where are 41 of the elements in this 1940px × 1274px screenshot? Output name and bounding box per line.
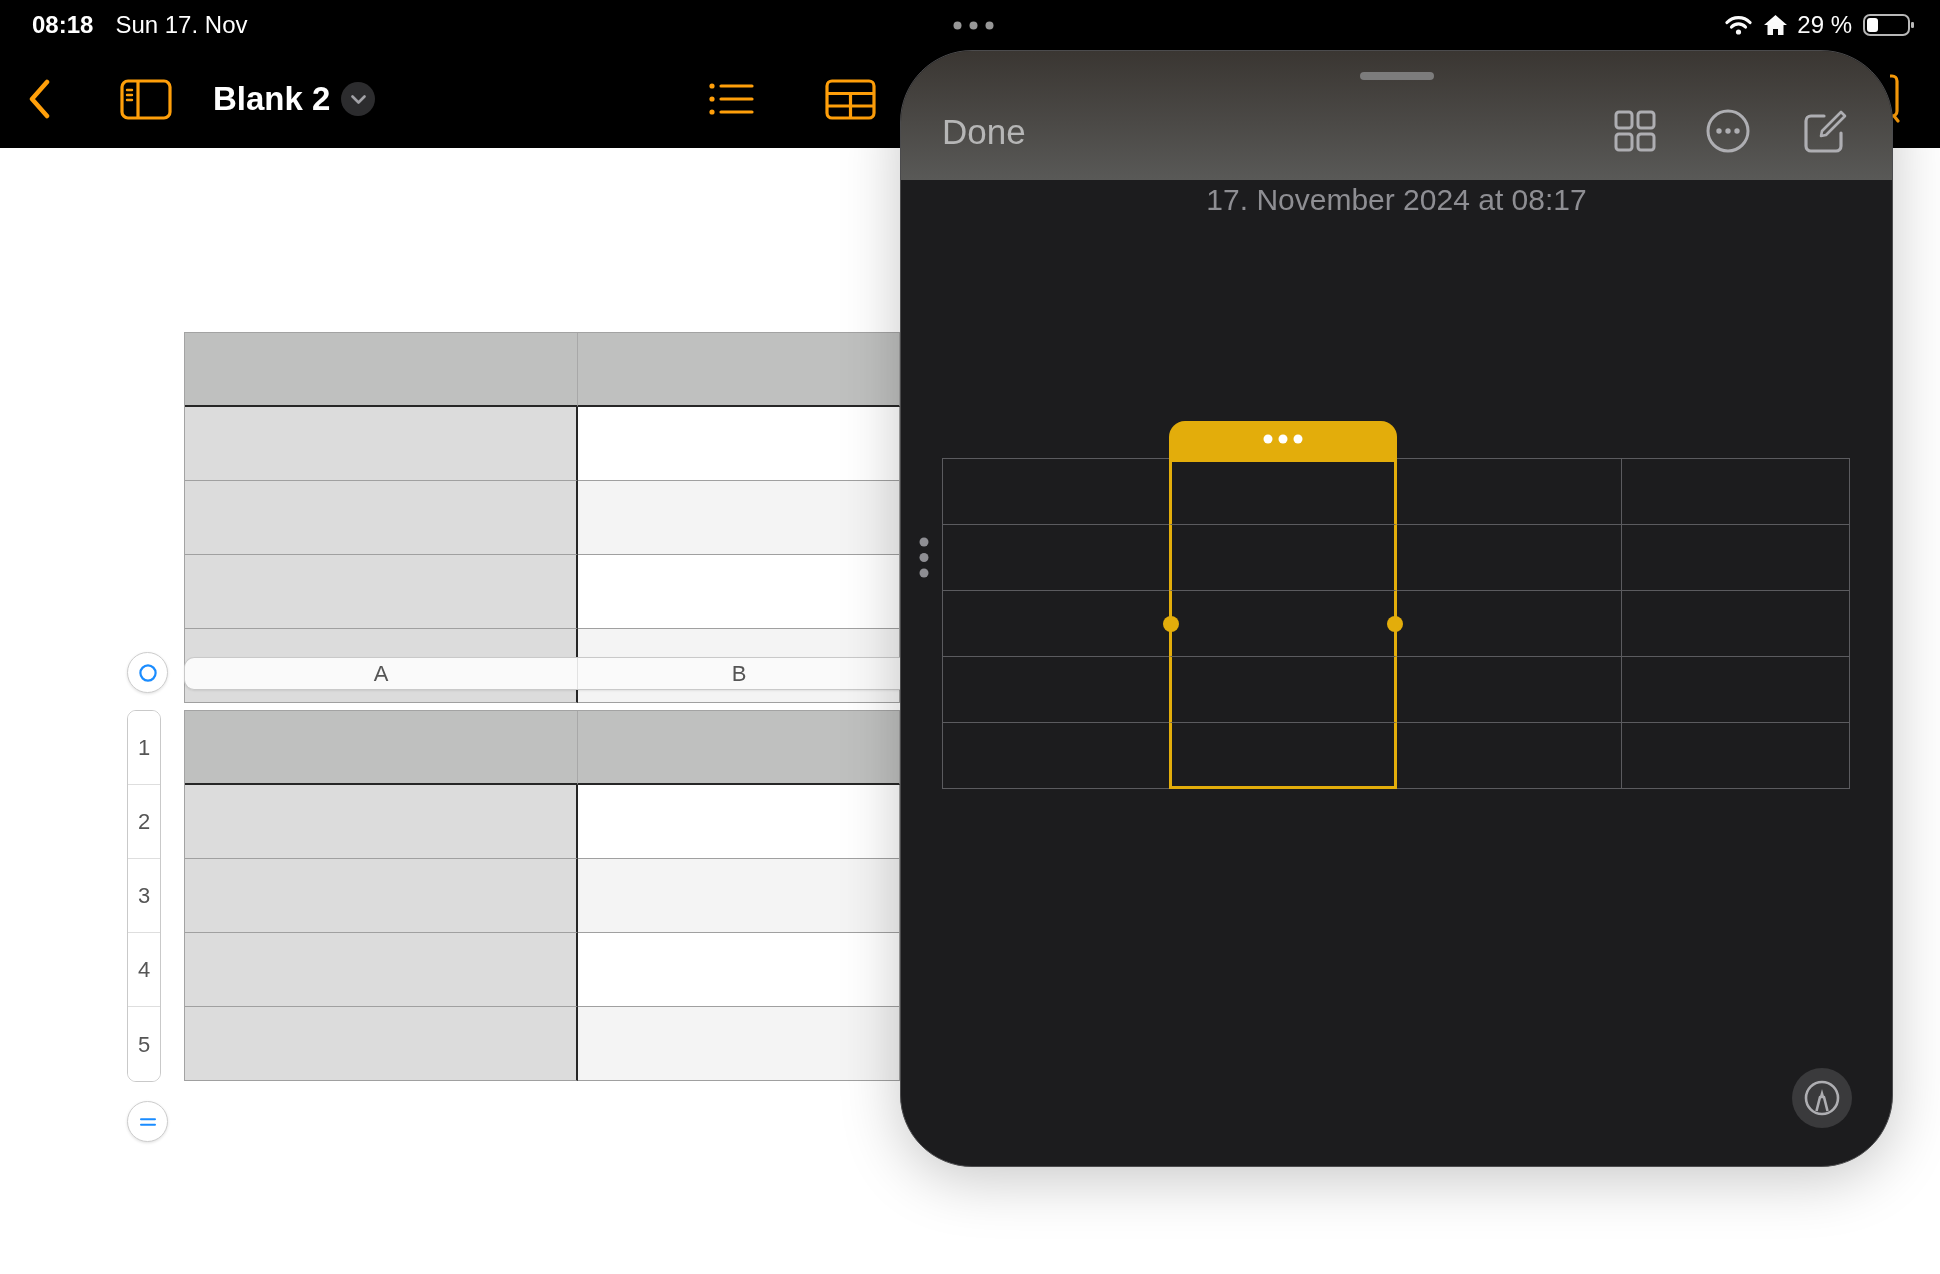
table-button[interactable] — [825, 78, 877, 120]
more-button[interactable] — [1706, 109, 1750, 153]
title-menu-button[interactable] — [341, 82, 376, 116]
battery-percentage: 29 % — [1797, 13, 1852, 37]
sidebar-button[interactable] — [120, 78, 172, 120]
ellipsis-icon — [1262, 433, 1303, 444]
note-date: 17. November 2024 at 08:17 — [1205, 182, 1588, 218]
row-count-handle[interactable] — [127, 1101, 168, 1142]
battery-icon — [1863, 14, 1915, 36]
column-header[interactable]: B — [578, 658, 900, 689]
table-icon — [825, 78, 877, 120]
row-header[interactable]: 1 — [128, 711, 160, 785]
multitasking-dots-icon[interactable] — [953, 20, 994, 30]
gallery-button[interactable] — [1614, 110, 1656, 152]
row-handle-icon[interactable] — [919, 537, 929, 578]
ring-icon — [138, 663, 157, 682]
column-header[interactable]: A — [185, 658, 578, 689]
equals-icon — [139, 1117, 156, 1126]
status-time: 08:18 — [32, 13, 94, 37]
status-date: Sun 17. Nov — [115, 13, 248, 37]
back-button[interactable] — [27, 79, 51, 119]
sidebar-icon — [120, 78, 172, 120]
compose-button[interactable] — [1802, 108, 1847, 154]
wifi-icon — [1725, 15, 1753, 35]
done-button[interactable]: Done — [942, 113, 1026, 149]
compose-icon — [1802, 108, 1847, 154]
column-resize-handle[interactable] — [1162, 616, 1179, 632]
partial-toolbar-icon[interactable] — [1890, 74, 1900, 124]
list-icon — [709, 82, 755, 116]
ellipsis-circle-icon — [1706, 109, 1750, 153]
markup-icon — [1804, 1080, 1840, 1116]
document-title: Blank 2 — [213, 80, 331, 118]
column-resize-handle[interactable] — [1386, 616, 1403, 632]
grid-icon — [1614, 110, 1656, 152]
grabber-handle[interactable] — [1359, 72, 1434, 80]
column-handle[interactable] — [1168, 421, 1397, 462]
chevron-left-icon — [27, 79, 51, 119]
home-icon — [1763, 14, 1789, 36]
list-button[interactable] — [709, 82, 755, 116]
table-select-handle[interactable] — [127, 652, 168, 693]
chevron-down-icon — [350, 94, 366, 104]
